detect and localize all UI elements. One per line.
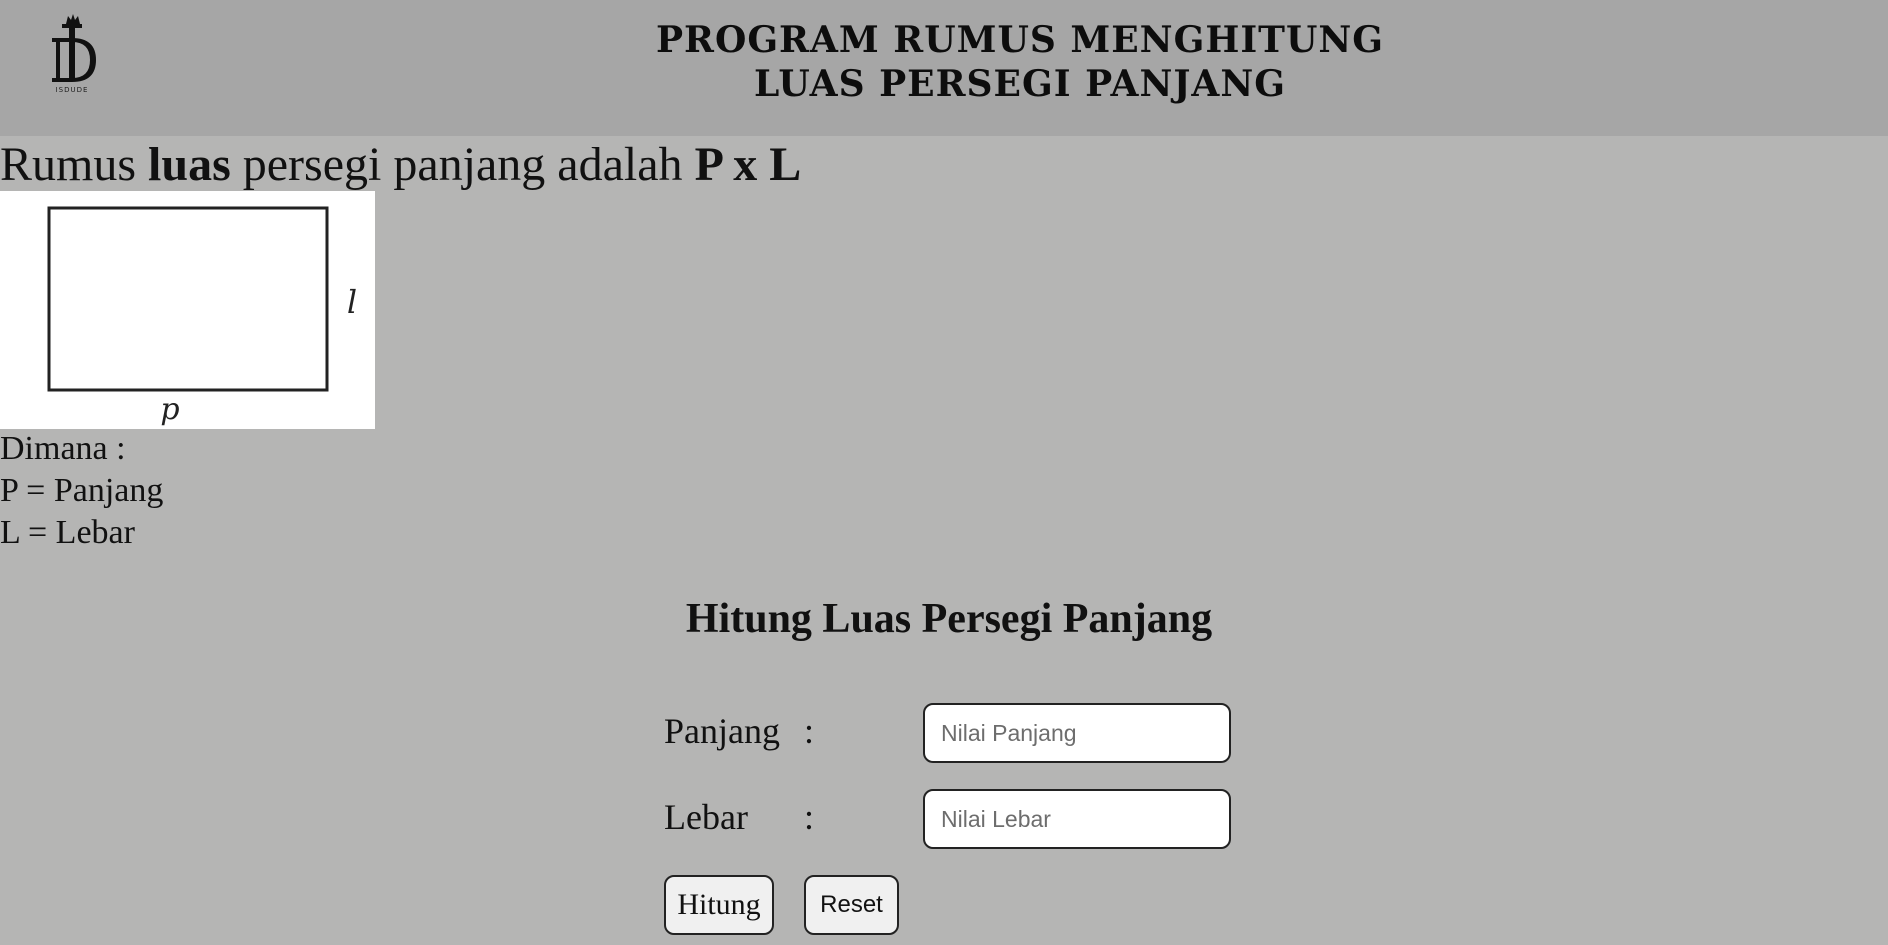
formula-middle: persegi panjang adalah xyxy=(230,138,695,191)
formula-text: Rumus luas persegi panjang adalah P x L xyxy=(0,138,801,192)
lebar-colon: : xyxy=(804,797,815,837)
page-header: ISDUDE PROGRAM RUMUS MENGHITUNG LUAS PER… xyxy=(0,0,1888,136)
panjang-input[interactable] xyxy=(923,703,1231,763)
panjang-colon: : xyxy=(804,711,815,751)
description-heading: Dimana : xyxy=(0,430,126,467)
lebar-label: Lebar xyxy=(664,797,748,837)
svg-text:ISDUDE: ISDUDE xyxy=(56,86,89,94)
rectangle-diagram: l p xyxy=(0,191,375,429)
formula-expression: P x L xyxy=(694,138,802,191)
page-title-line-2: LUAS PERSEGI PANJANG xyxy=(754,63,1286,105)
isdude-logo: ISDUDE xyxy=(52,14,96,94)
calculator-title: Hitung Luas Persegi Panjang xyxy=(685,596,1213,642)
description-block: Dimana : P = Panjang L = Lebar xyxy=(0,428,163,554)
formula-prefix: Rumus xyxy=(0,138,149,191)
reset-button[interactable]: Reset xyxy=(804,875,899,935)
formula-emphasis: luas xyxy=(148,138,231,191)
description-lebar: L = Lebar xyxy=(0,514,135,551)
lebar-input[interactable] xyxy=(923,789,1231,849)
panjang-label: Panjang xyxy=(664,711,780,751)
hitung-button[interactable]: Hitung xyxy=(664,875,774,935)
description-panjang: P = Panjang xyxy=(0,472,164,509)
page-title-line-1: PROGRAM RUMUS MENGHITUNG xyxy=(655,19,1385,61)
rectangle-shape xyxy=(47,206,329,392)
page-title: PROGRAM RUMUS MENGHITUNG LUAS PERSEGI PA… xyxy=(560,18,1480,106)
length-label: p xyxy=(160,392,179,427)
width-label: l xyxy=(347,283,357,321)
